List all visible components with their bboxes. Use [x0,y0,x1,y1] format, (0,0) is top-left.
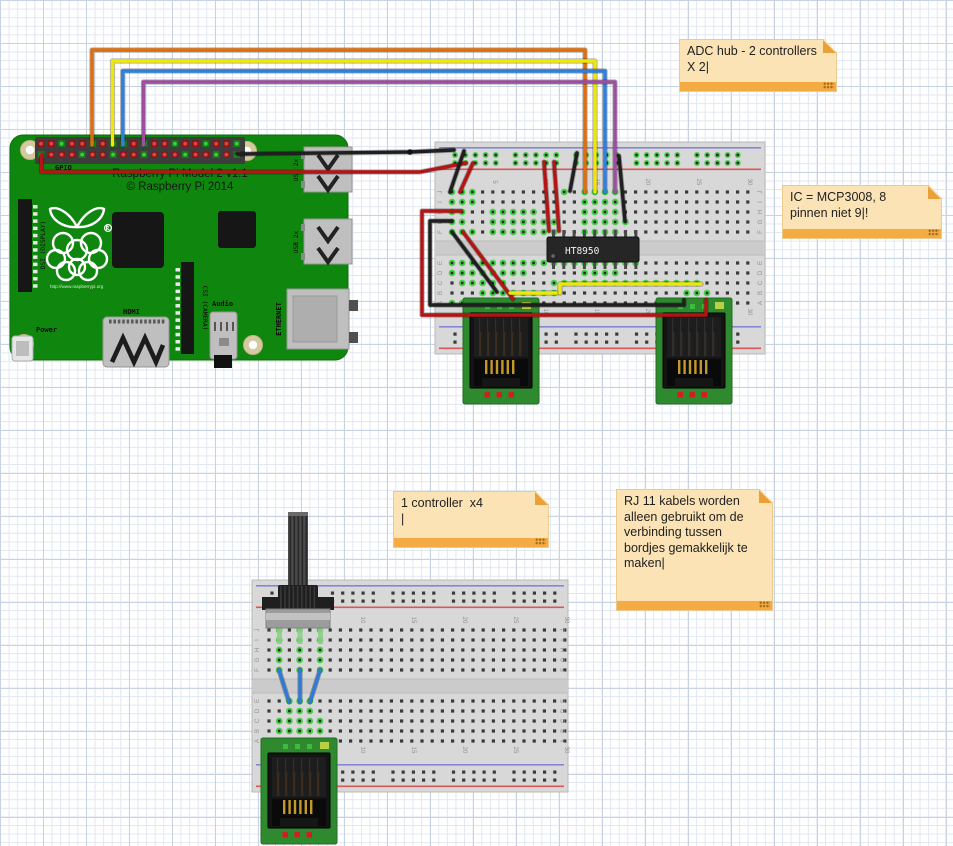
svg-text:G: G [561,657,567,662]
sticky-note-ic-mcp3008[interactable]: IC = MCP3008, 8pinnen niet 9|! [782,185,942,239]
circuit-scene: GPIO Raspberry Pi Model 2 v1.1 © Raspber… [0,0,953,846]
svg-text:H: H [758,210,764,214]
pi-url: http://www.raspberrypi.org [50,284,104,289]
svg-text:G: G [758,219,764,224]
note-text-line: X 2| [687,60,829,76]
note-text-line: 1 controller x4 [401,496,541,512]
dsi-label: DSI (DISPLAY) [40,221,47,269]
audio-jack [210,312,237,359]
note-resize-handle[interactable] [759,601,770,608]
svg-text:J: J [561,629,567,632]
note-resize-handle[interactable] [928,229,939,236]
dsi-connector [18,199,32,292]
note-resize-handle[interactable] [535,538,546,545]
svg-text:A: A [255,739,261,743]
note-resize-handle[interactable] [823,82,834,89]
svg-text:F: F [561,668,567,672]
rj11-board-3[interactable] [261,738,337,844]
sticky-note-adc-hub[interactable]: ADC hub - 2 controllersX 2| [679,39,837,92]
sticky-note-one-controller[interactable]: 1 controller x4| [393,491,549,548]
svg-text:25: 25 [512,617,518,624]
svg-text:C: C [758,280,764,285]
note-text-line: alleen gebruikt om de [624,510,765,526]
note-text-line: | [401,512,541,528]
pi-usb-chip [218,211,256,248]
note-text-line: RJ 11 kabels worden [624,494,765,510]
sticky-note-rj11-kabels[interactable]: RJ 11 kabels wordenalleen gebruikt om de… [616,489,773,611]
svg-text:25: 25 [695,179,701,186]
svg-text:25: 25 [512,747,518,754]
svg-text:20: 20 [644,179,650,186]
csi-label: CSI (CAMERA) [201,286,208,331]
audio-label: Audio [212,300,233,308]
note-text-line: pinnen niet 9|! [790,206,934,222]
svg-text:10: 10 [359,617,365,624]
svg-text:F: F [438,230,444,234]
svg-text:C: C [561,718,567,723]
svg-text:15: 15 [410,617,416,624]
usb2-tab-a [301,224,305,231]
svg-text:C: C [255,718,261,723]
svg-text:H: H [255,648,261,652]
svg-text:B: B [255,729,261,733]
svg-text:20: 20 [461,617,467,624]
svg-text:E: E [438,261,444,265]
ethernet-port-inner [293,296,337,342]
hdmi-label: HDMI [123,308,140,316]
svg-text:A: A [758,301,764,305]
wire-junction-dot [407,149,413,155]
svg-text:C: C [438,280,444,285]
svg-text:30: 30 [563,617,569,624]
svg-text:J: J [255,629,261,632]
svg-text:E: E [561,699,567,703]
svg-text:30: 30 [746,309,752,316]
note-bottom-bar [394,538,548,547]
svg-text:B: B [561,729,567,733]
svg-text:10: 10 [359,747,365,754]
svg-text:30: 30 [746,179,752,186]
usb2-label: USB 2x [293,231,300,254]
note-text-line: bordjes gemakkelijk te [624,541,765,557]
svg-text:E: E [255,699,261,703]
ethernet-pin-1 [349,300,358,311]
usb2-tab-b [301,253,305,260]
svg-text:D: D [255,708,261,713]
note-text-line: verbinding tussen [624,525,765,541]
csi-connector [181,262,194,354]
svg-text:D: D [438,270,444,275]
note-bottom-bar [783,229,941,238]
svg-text:H: H [561,648,567,652]
pi-copyright: © Raspberry Pi 2014 [127,181,235,193]
note-text-line: maken| [624,556,765,572]
svg-text:F: F [255,668,261,672]
note-bottom-bar [617,601,772,610]
note-text-line: IC = MCP3008, 8 [790,190,934,206]
svg-text:B: B [438,291,444,295]
svg-text:J: J [758,191,764,194]
svg-text:B: B [758,291,764,295]
potentiometer[interactable] [262,512,334,644]
svg-text:J: J [438,191,444,194]
power-connector-inner [16,341,29,356]
ethernet-label: ETHERNET [275,302,283,336]
svg-text:D: D [561,708,567,713]
svg-text:G: G [255,657,261,662]
audio-jack-barrel [214,355,232,368]
pi-soc-chip [112,212,164,268]
svg-text:15: 15 [410,747,416,754]
power-label: Power [36,326,57,334]
svg-text:30: 30 [563,747,569,754]
svg-text:F: F [758,230,764,234]
svg-text:A: A [561,739,567,743]
usb1-tab-b [301,181,305,188]
note-text-line: ADC hub - 2 controllers [687,44,829,60]
ic-label: HT8950 [565,246,600,257]
svg-text:20: 20 [461,747,467,754]
ethernet-pin-2 [349,332,358,343]
svg-text:E: E [758,261,764,265]
fritzing-canvas[interactable]: GPIO Raspberry Pi Model 2 v1.1 © Raspber… [0,0,953,846]
svg-text:D: D [758,270,764,275]
note-bottom-bar [680,82,836,91]
